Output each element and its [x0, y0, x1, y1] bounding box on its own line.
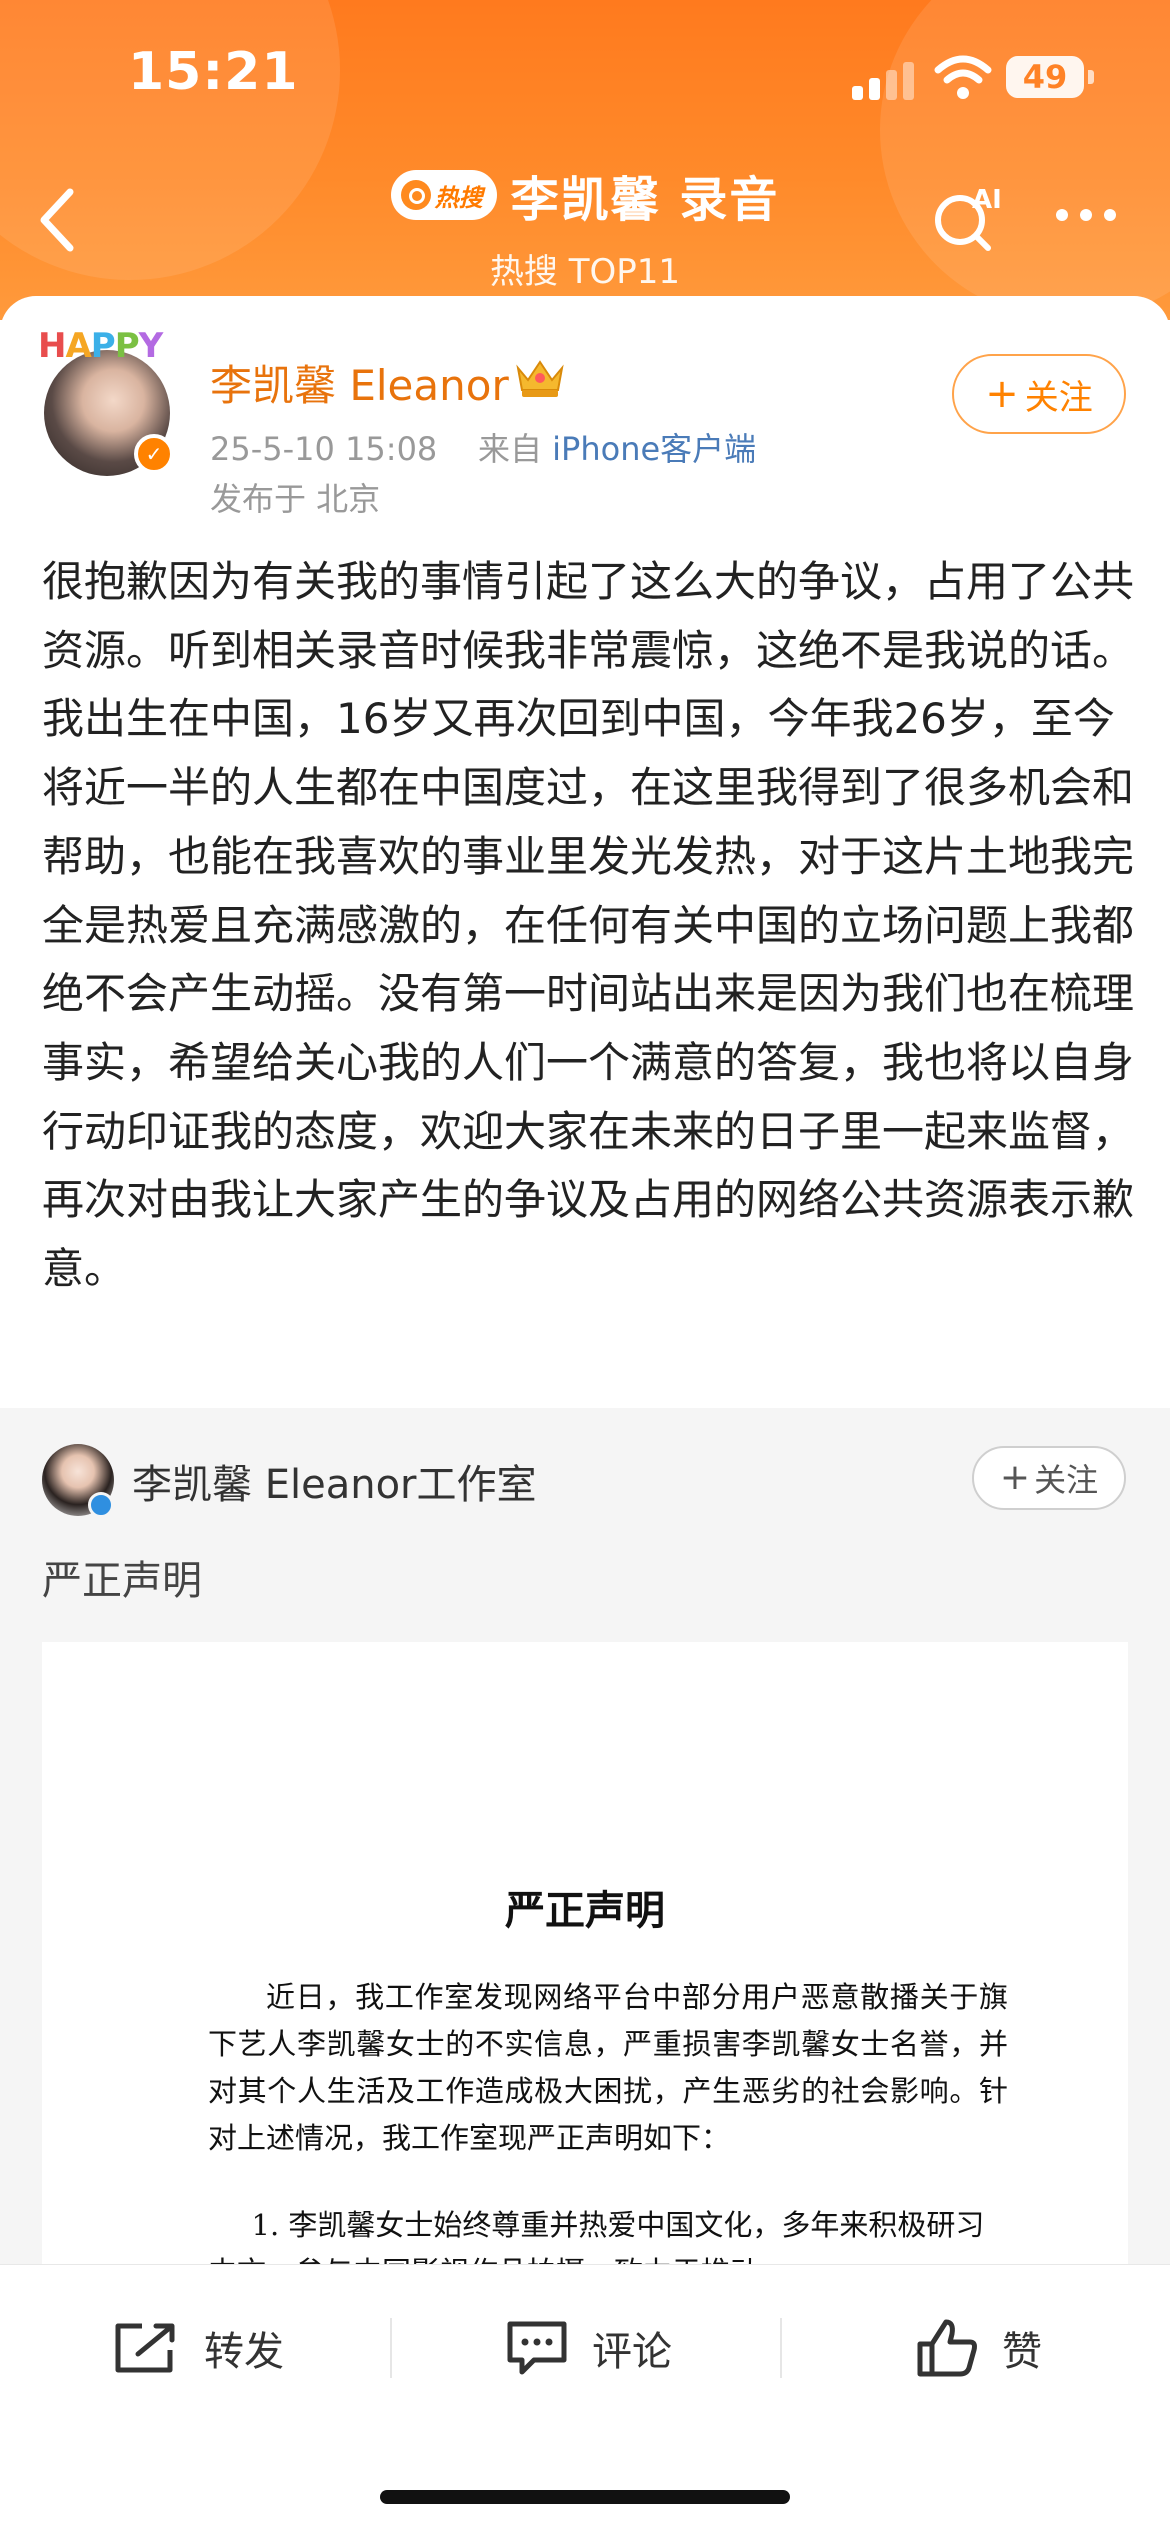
repost-author-name[interactable]: 李凯馨 Eleanor工作室 [132, 1452, 537, 1510]
hot-badge-label: 热搜 [434, 183, 483, 212]
source-prefix: 来自 [477, 430, 542, 468]
post-timestamp: 25-5-10 15:08 [210, 430, 438, 468]
repost-label: 转发 [204, 2329, 284, 2375]
post-location: 发布于 北京 [210, 480, 381, 518]
ai-search-button[interactable]: AI [928, 182, 1008, 252]
repost-follow-button[interactable]: + 关注 [972, 1446, 1126, 1510]
statement-item-1: 1. 李凯馨女士始终尊重并热爱中国文化，多年来积极研习中文，参与中国影视作品拍摄… [208, 2208, 985, 2268]
divider [780, 2318, 782, 2378]
search-icon [400, 180, 431, 210]
thumbs-up-icon [917, 2319, 977, 2377]
wifi-icon [934, 55, 992, 99]
repost-verified-icon [88, 1492, 114, 1518]
battery-indicator: 49 [1006, 56, 1084, 98]
comment-label: 评论 [592, 2329, 672, 2375]
author-avatar-wrap[interactable]: HAPPY ✓ [38, 326, 178, 476]
follow-label: 关注 [1024, 377, 1093, 418]
hot-search-badge: 热搜 [390, 170, 497, 220]
crown-icon [516, 360, 564, 397]
plus-icon: + [999, 1457, 1031, 1498]
share-icon [115, 2323, 175, 2373]
ai-label: AI [972, 185, 1002, 215]
home-indicator [380, 2490, 790, 2504]
page-title: 李凯馨 录音 [510, 172, 780, 228]
battery-level: 49 [1022, 58, 1068, 96]
more-options-button[interactable] [1056, 200, 1126, 230]
repost-text: 严正声明 [42, 1558, 202, 1604]
like-label: 赞 [1002, 2329, 1042, 2375]
comment-icon [507, 2321, 567, 2375]
happy-avatar-frame: HAPPY [38, 326, 163, 366]
post-source[interactable]: iPhone客户端 [552, 430, 756, 468]
battery-tip [1088, 70, 1094, 84]
statement-image[interactable]: 严正声明 近日，我工作室发现网络平台中部分用户恶意散播关于旗下艺人李凯馨女士的不… [42, 1642, 1128, 2268]
statement-paragraph: 近日，我工作室发现网络平台中部分用户恶意散播关于旗下艺人李凯馨女士的不实信息，严… [208, 1980, 1008, 2155]
verified-badge-icon: ✓ [134, 434, 174, 474]
author-name[interactable]: 李凯馨 Eleanor [210, 352, 509, 413]
status-time: 15:21 [128, 42, 299, 102]
comment-button[interactable]: 评论 [504, 2308, 672, 2388]
signal-icon [852, 60, 916, 100]
divider [390, 2318, 392, 2378]
statement-title: 严正声明 [505, 1887, 665, 1934]
plus-icon: + [985, 371, 1019, 417]
post-body: 很抱歉因为有关我的事情引起了这么大的争议，占用了公共资源。听到相关录音时候我非常… [42, 557, 1135, 1294]
like-button[interactable]: 赞 [914, 2308, 1042, 2388]
repost-follow-label: 关注 [1034, 1461, 1099, 1499]
repost-button[interactable]: 转发 [112, 2308, 284, 2388]
follow-button[interactable]: + 关注 [952, 354, 1126, 434]
post-meta: 25-5-10 15:08 来自 iPhone客户端 [210, 424, 756, 470]
